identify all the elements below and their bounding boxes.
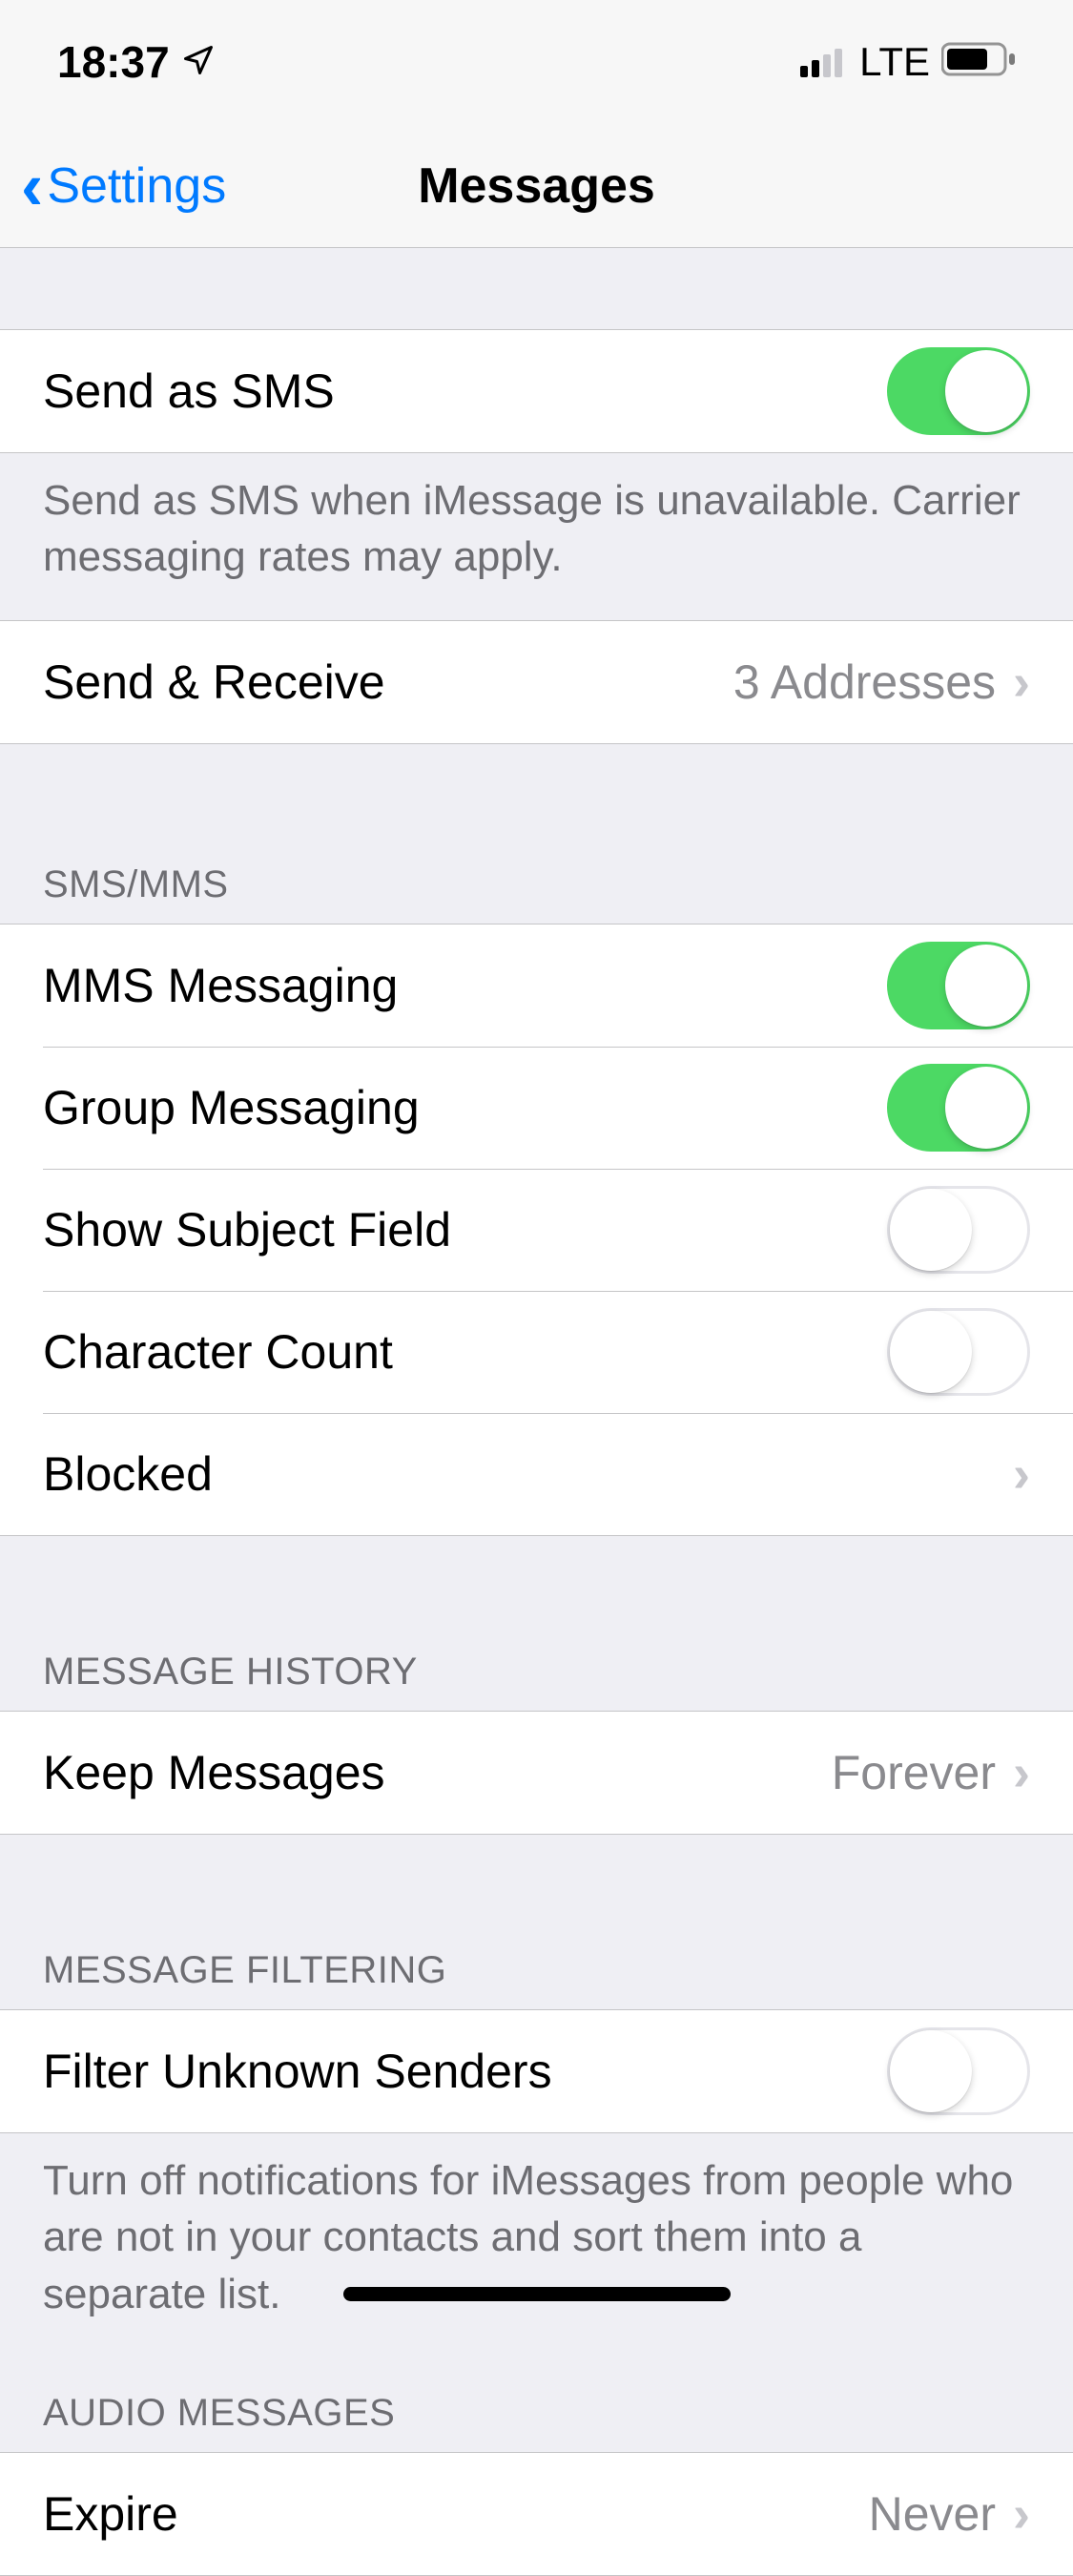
battery-icon bbox=[941, 36, 1018, 88]
chevron-right-icon: › bbox=[1013, 1743, 1030, 1802]
show-subject-toggle[interactable] bbox=[887, 1186, 1030, 1274]
sms-mms-header: SMS/MMS bbox=[0, 844, 1073, 924]
blocked-label: Blocked bbox=[43, 1446, 213, 1502]
page-title: Messages bbox=[418, 157, 655, 215]
signal-icon bbox=[800, 36, 848, 88]
group-messaging-row: Group Messaging bbox=[0, 1047, 1073, 1169]
chevron-right-icon: › bbox=[1013, 1444, 1030, 1504]
filter-unknown-footer: Turn off notifications for iMessages fro… bbox=[0, 2133, 1073, 2339]
status-time: 18:37 bbox=[57, 36, 170, 88]
character-count-row: Character Count bbox=[0, 1291, 1073, 1413]
mms-messaging-toggle[interactable] bbox=[887, 942, 1030, 1029]
chevron-left-icon: ‹ bbox=[21, 153, 43, 219]
location-icon bbox=[181, 36, 216, 88]
filter-unknown-label: Filter Unknown Senders bbox=[43, 2044, 552, 2099]
expire-row[interactable]: Expire Never › bbox=[0, 2453, 1073, 2575]
nav-bar: ‹ Settings Messages bbox=[0, 124, 1073, 248]
filter-unknown-row: Filter Unknown Senders bbox=[0, 2010, 1073, 2132]
send-as-sms-toggle[interactable] bbox=[887, 347, 1030, 435]
send-as-sms-label: Send as SMS bbox=[43, 364, 335, 419]
message-history-header: MESSAGE HISTORY bbox=[0, 1631, 1073, 1711]
network-label: LTE bbox=[859, 39, 930, 85]
send-receive-label: Send & Receive bbox=[43, 654, 385, 710]
expire-detail: Never bbox=[869, 2486, 996, 2542]
blocked-row[interactable]: Blocked › bbox=[0, 1413, 1073, 1535]
home-indicator[interactable] bbox=[343, 2287, 731, 2301]
keep-messages-row[interactable]: Keep Messages Forever › bbox=[0, 1712, 1073, 1834]
chevron-right-icon: › bbox=[1013, 2484, 1030, 2544]
audio-messages-header: AUDIO MESSAGES bbox=[0, 2373, 1073, 2452]
keep-messages-detail: Forever bbox=[832, 1745, 996, 1800]
send-as-sms-footer: Send as SMS when iMessage is unavailable… bbox=[0, 453, 1073, 603]
expire-label: Expire bbox=[43, 2486, 178, 2542]
character-count-toggle[interactable] bbox=[887, 1308, 1030, 1396]
status-bar: 18:37 LTE bbox=[0, 0, 1073, 124]
back-button[interactable]: ‹ Settings bbox=[0, 153, 226, 219]
send-as-sms-row: Send as SMS bbox=[0, 330, 1073, 452]
character-count-label: Character Count bbox=[43, 1324, 393, 1380]
send-receive-row[interactable]: Send & Receive 3 Addresses › bbox=[0, 621, 1073, 743]
chevron-right-icon: › bbox=[1013, 653, 1030, 712]
message-filtering-header: MESSAGE FILTERING bbox=[0, 1930, 1073, 2009]
keep-messages-label: Keep Messages bbox=[43, 1745, 385, 1800]
group-messaging-toggle[interactable] bbox=[887, 1064, 1030, 1152]
back-label: Settings bbox=[47, 157, 226, 215]
mms-messaging-row: MMS Messaging bbox=[0, 924, 1073, 1047]
show-subject-row: Show Subject Field bbox=[0, 1169, 1073, 1291]
show-subject-label: Show Subject Field bbox=[43, 1202, 451, 1257]
send-receive-detail: 3 Addresses bbox=[733, 654, 996, 710]
group-messaging-label: Group Messaging bbox=[43, 1080, 420, 1135]
mms-messaging-label: MMS Messaging bbox=[43, 958, 398, 1013]
filter-unknown-toggle[interactable] bbox=[887, 2027, 1030, 2115]
